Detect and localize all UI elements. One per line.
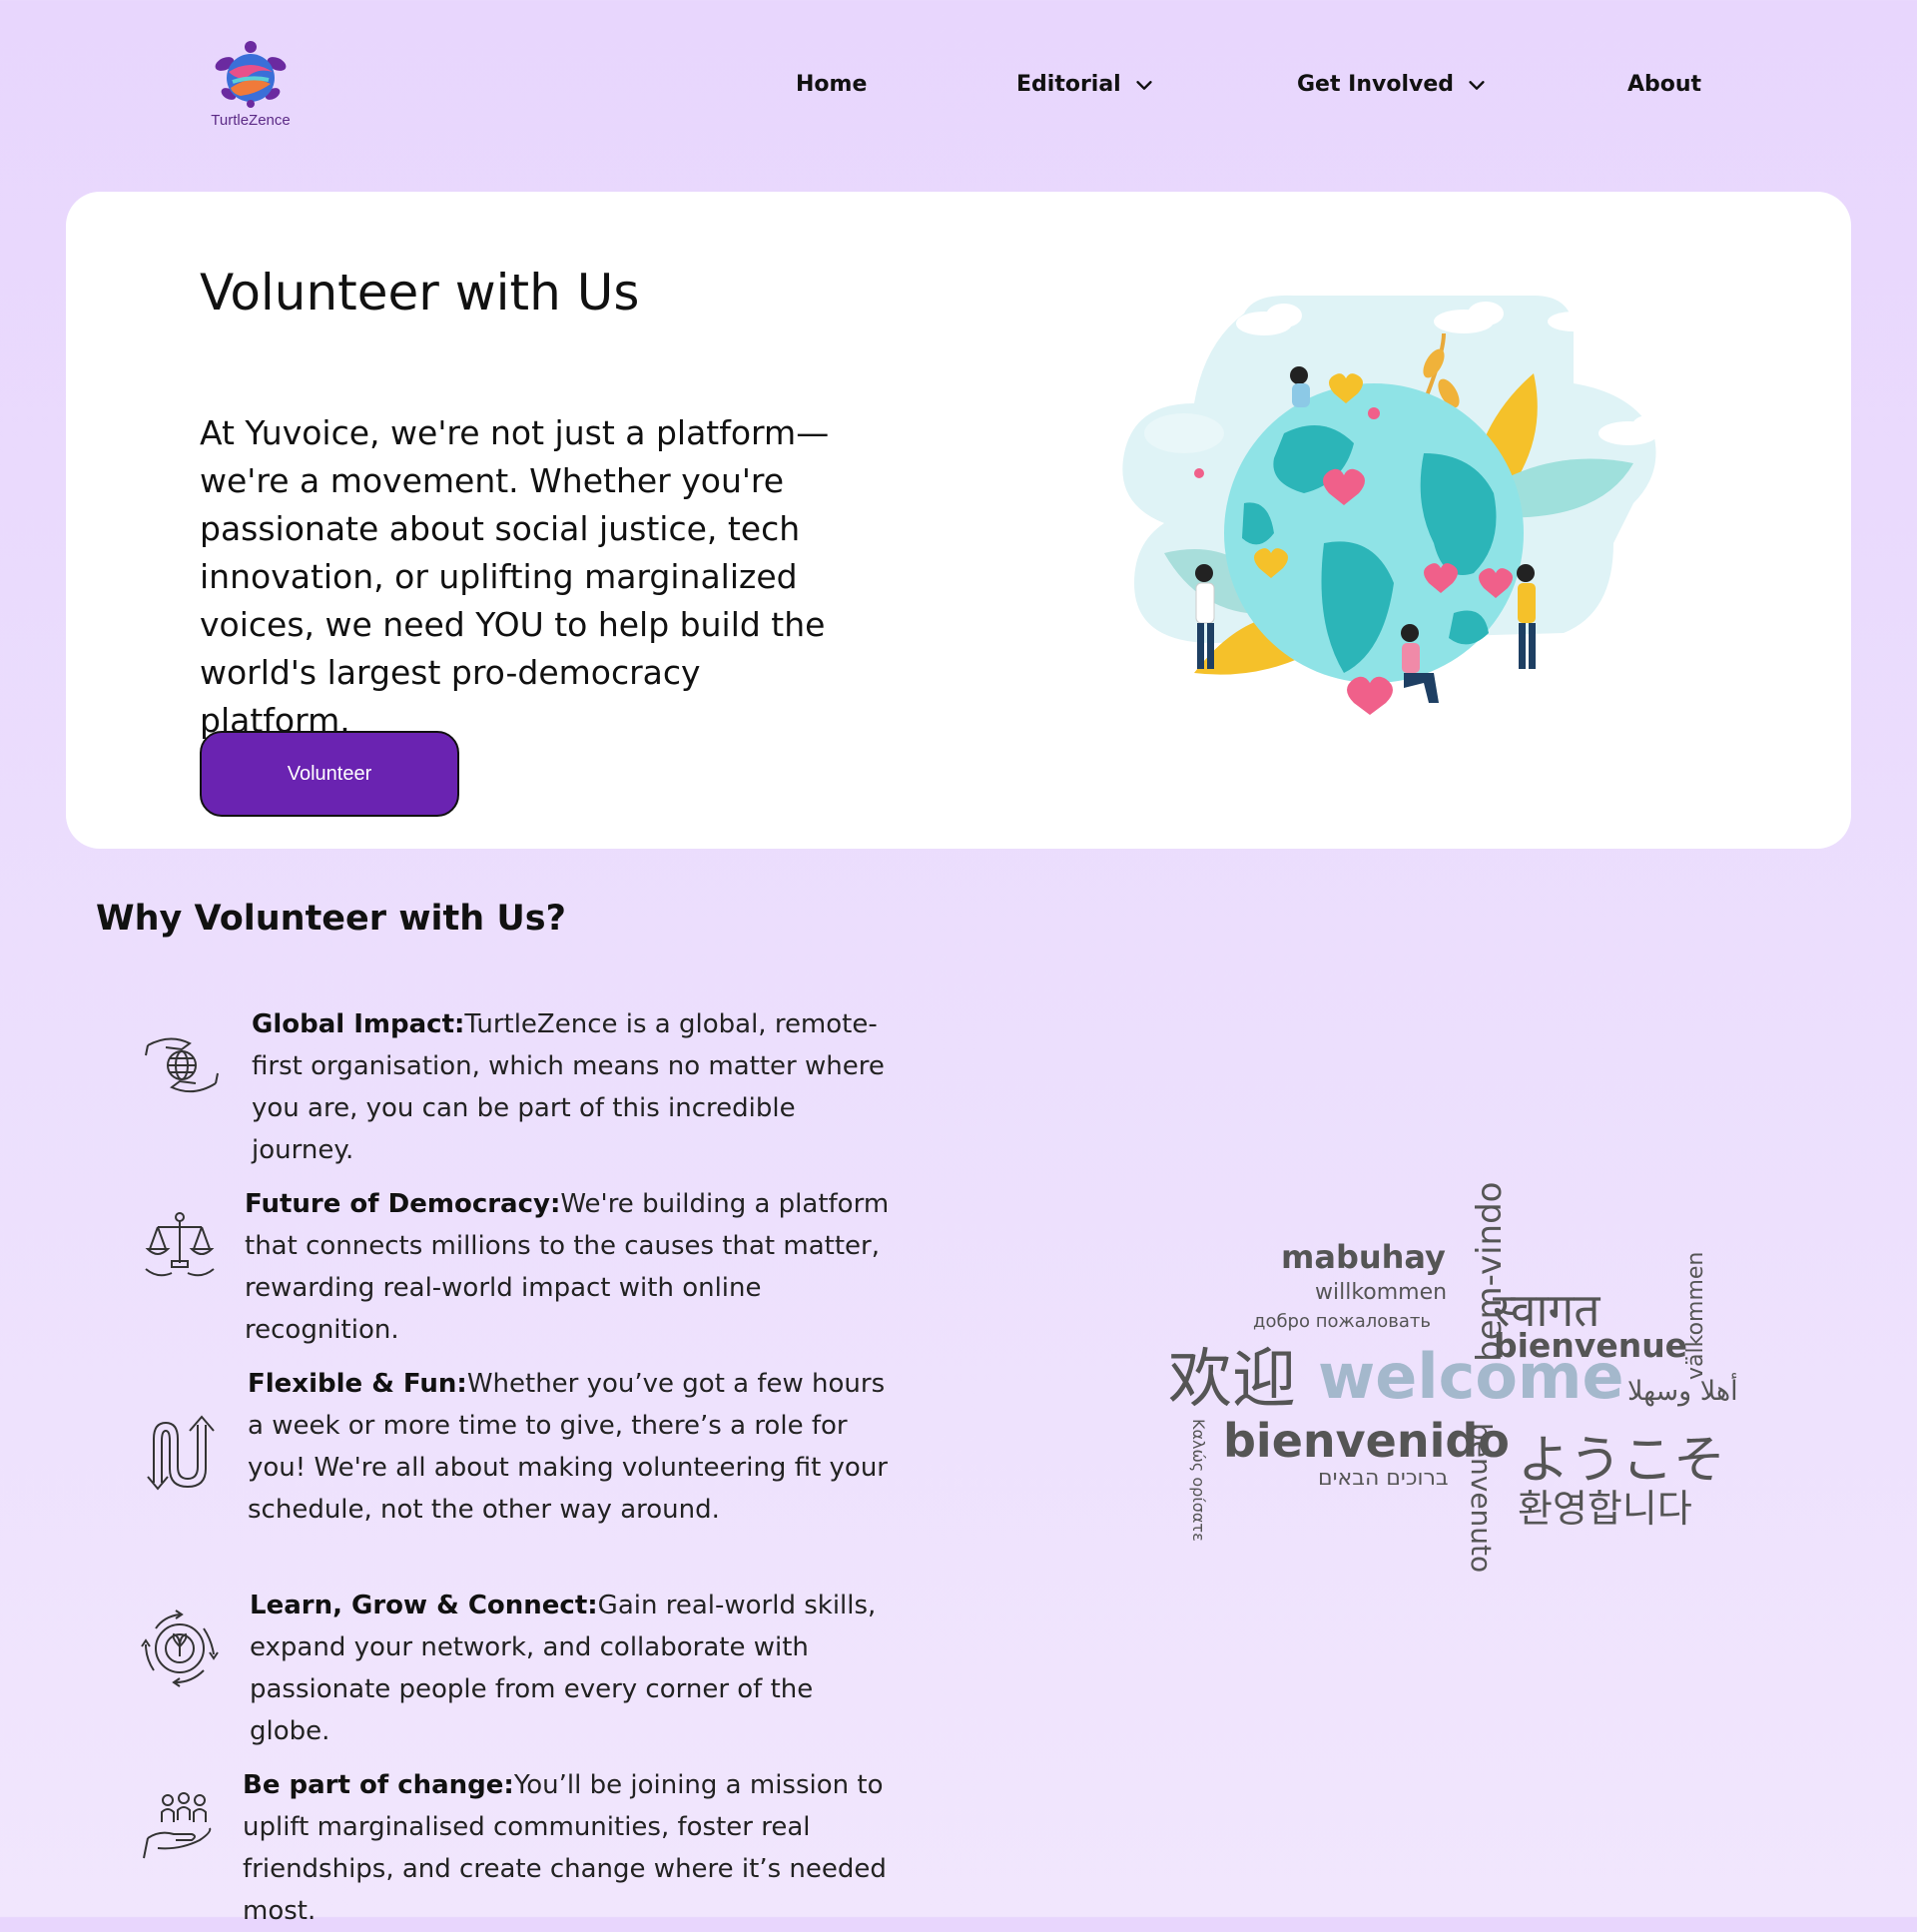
- flexible-arrows-icon: [147, 1415, 215, 1491]
- word-mabuhay: mabuhay: [1281, 1238, 1446, 1276]
- nav-about-label: About: [1627, 72, 1702, 97]
- nav-editorial[interactable]: Editorial: [1016, 72, 1155, 97]
- benefit-text: Global Impact:TurtleZence is a global, r…: [252, 1003, 901, 1171]
- brand-logo[interactable]: TurtleZence: [196, 38, 306, 129]
- benefit-title: Flexible & Fun:: [248, 1369, 467, 1399]
- word-benvenuto: benvenuto: [1465, 1423, 1498, 1574]
- chevron-down-icon: [1469, 80, 1485, 90]
- word-ahlan-wa-sahlan: أهلا وسهلا: [1627, 1376, 1738, 1407]
- scales-hands-icon: [145, 1212, 215, 1277]
- brand-name: TurtleZence: [211, 112, 291, 129]
- nav-get-involved-label: Get Involved: [1297, 72, 1455, 97]
- benefit-title: Be part of change:: [243, 1770, 514, 1800]
- chevron-down-icon: [1136, 80, 1152, 90]
- nav-editorial-label: Editorial: [1016, 72, 1121, 97]
- benefit-text: Future of Democracy:We're building a pla…: [245, 1183, 894, 1351]
- benefit-text: Flexible & Fun:Whether you’ve got a few …: [248, 1363, 897, 1531]
- nav-home-label: Home: [796, 72, 868, 97]
- growth-circle-icon: [141, 1610, 219, 1687]
- page-title: Volunteer with Us: [200, 264, 640, 322]
- turtle-logo-icon: [215, 41, 287, 108]
- welcome-word-cloud: mabuhay willkommen добро пожаловать bem-…: [1148, 1148, 1787, 1588]
- nav-home[interactable]: Home: [796, 72, 867, 97]
- word-kalos-orisate: Καλώς ορίσατε: [1189, 1419, 1208, 1542]
- section-title: Why Volunteer with Us?: [96, 899, 566, 939]
- benefit-title: Global Impact:: [252, 1009, 465, 1039]
- benefit-text: Learn, Grow & Connect:Gain real-world sk…: [250, 1585, 899, 1752]
- nav-about[interactable]: About: [1627, 72, 1701, 97]
- word-bruchim-habaim: ברוכים הבאים: [1318, 1466, 1449, 1491]
- hero-card: Volunteer with Us At Yuvoice, we're not …: [66, 192, 1851, 849]
- word-willkommen: willkommen: [1315, 1280, 1448, 1305]
- word-huanying: 欢迎: [1168, 1343, 1296, 1417]
- volunteer-button[interactable]: Volunteer: [200, 731, 459, 817]
- people-hand-icon: [143, 1792, 212, 1859]
- word-hwanyeonghamnida: 환영합니다: [1518, 1487, 1692, 1531]
- hands-globe-icon: [145, 1037, 219, 1093]
- benefit-title: Future of Democracy:: [245, 1189, 561, 1219]
- hero-description: At Yuvoice, we're not just a platform—we…: [200, 413, 830, 740]
- word-welcome: welcome: [1318, 1340, 1624, 1413]
- people-around-globe-illustration: [1122, 295, 1664, 715]
- benefit-text: Be part of change:You’ll be joining a mi…: [243, 1764, 892, 1932]
- nav-get-involved[interactable]: Get Involved: [1297, 72, 1488, 97]
- benefit-title: Learn, Grow & Connect:: [250, 1591, 598, 1620]
